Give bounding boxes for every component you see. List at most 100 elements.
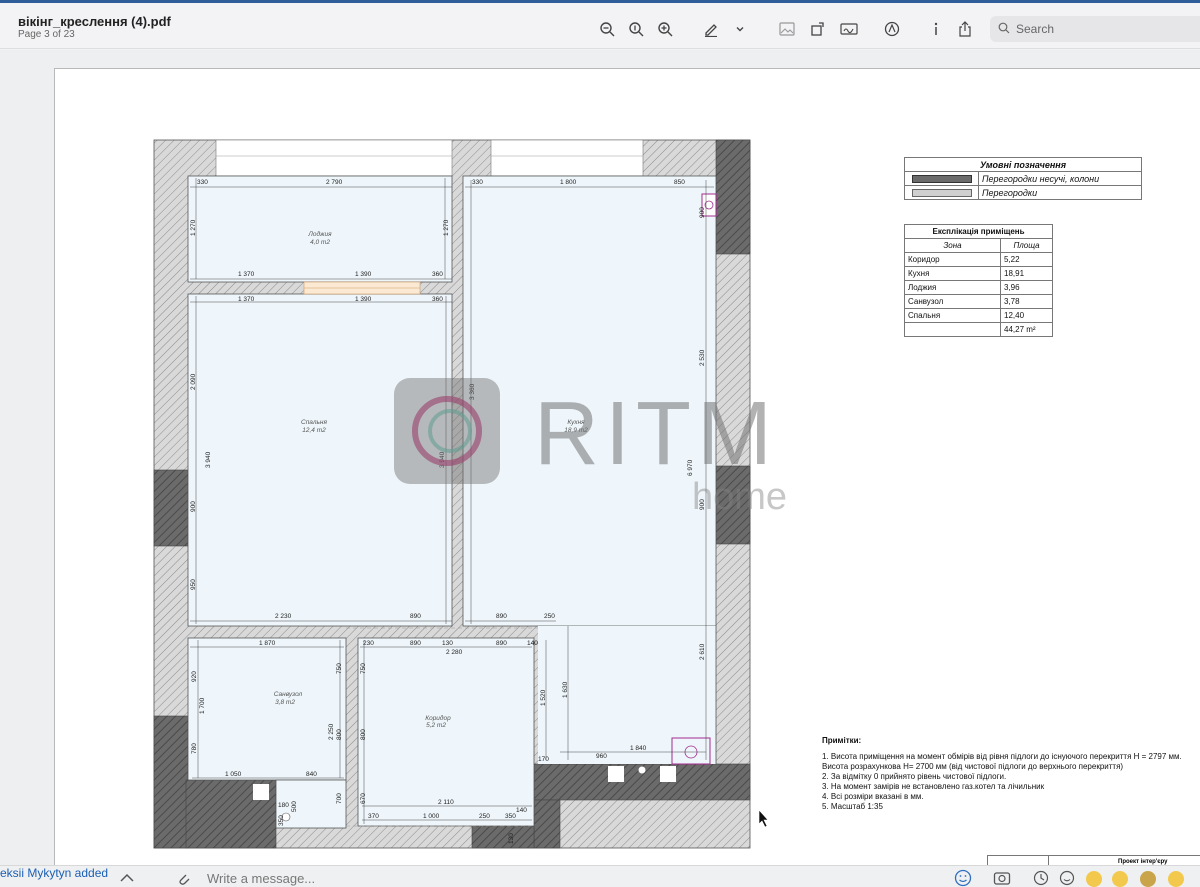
dim-label: 230 <box>363 640 374 647</box>
dim-label: 840 <box>306 771 317 778</box>
emoji-reaction-icon[interactable] <box>1168 871 1184 887</box>
note-line: 4. Всі розміри вказані в мм. <box>822 792 924 801</box>
legend-title: Умовні позначення <box>904 157 1142 172</box>
dim-label: 890 <box>410 613 421 620</box>
dim-label: 2 250 <box>328 723 335 740</box>
emoji-reaction-icon[interactable] <box>1086 871 1102 887</box>
dim-label: 1 270 <box>190 219 197 236</box>
dim-label: 360 <box>432 296 443 303</box>
dim-label: 850 <box>674 179 685 186</box>
dim-label: 370 <box>368 813 379 820</box>
camera-icon[interactable] <box>993 869 1011 887</box>
dim-label: 1 630 <box>562 681 569 698</box>
note-line: 2. За відмітку 0 прийнято рівень чистово… <box>822 772 1007 781</box>
dim-label: 140 <box>516 807 527 814</box>
legend-swatch-light <box>911 188 972 197</box>
total-area: 44,27 m² <box>1000 322 1053 337</box>
dim-label: 960 <box>596 753 607 760</box>
dim-label: 1 840 <box>630 745 647 752</box>
watermark-sub: home <box>692 476 788 518</box>
chat-notification[interactable]: eksii Mykytyn added <box>0 866 108 880</box>
dim-label: 330 <box>197 179 208 186</box>
notes-block: Примітки: 1. Висота приміщення на момент… <box>822 736 1182 812</box>
dim-label: 890 <box>410 640 421 647</box>
room-name: Санвузол <box>274 691 303 698</box>
dim-label: 1 870 <box>259 640 276 647</box>
explication-title: Експлікація приміщень <box>904 224 1053 239</box>
dim-label: 1 700 <box>199 697 206 714</box>
chevron-up-icon[interactable] <box>118 869 136 887</box>
clock-icon[interactable] <box>1032 869 1050 887</box>
dim-label: 2 280 <box>446 649 463 656</box>
dim-label: 350 <box>505 813 516 820</box>
dim-label: 800 <box>336 729 343 740</box>
ritm-logo-icon <box>394 378 500 484</box>
dim-label: 2 110 <box>438 799 454 806</box>
emoji-reaction-icon[interactable] <box>1140 871 1156 887</box>
dim-label: 330 <box>472 179 483 186</box>
legend-swatch-dark <box>911 174 972 183</box>
table-row: Кухня 18,91 <box>904 266 1053 281</box>
dim-label: 1 050 <box>225 771 242 778</box>
dim-label: 180 <box>278 802 289 809</box>
room-area: 5,2 m2 <box>426 722 446 729</box>
smiley-icon[interactable] <box>1058 869 1076 887</box>
dim-label: 1 390 <box>355 296 372 303</box>
attach-icon[interactable] <box>174 869 192 887</box>
room-area: 12,4 m2 <box>302 427 326 434</box>
room-loggia <box>187 175 453 283</box>
mouse-cursor-icon <box>758 809 769 828</box>
dim-label: 2 790 <box>326 179 343 186</box>
dim-label: 350 <box>278 815 285 826</box>
note-line: Висота розрахункова H= 2700 мм (від чист… <box>822 762 1124 771</box>
dim-label: 1 520 <box>540 689 547 706</box>
dim-label: 130 <box>508 833 515 844</box>
dim-label: 2 530 <box>699 349 706 366</box>
dim-label: 1 370 <box>238 271 255 278</box>
chat-bar: eksii Mykytyn added Write a message... <box>0 865 1200 887</box>
table-row: Коридор 5,22 <box>904 252 1053 267</box>
message-input[interactable]: Write a message... <box>207 871 315 886</box>
dim-label: 1 370 <box>238 296 255 303</box>
legend-item: Перегородки несучі, колони <box>978 171 1142 186</box>
legend-item: Перегородки <box>978 185 1142 200</box>
dim-label: 2 230 <box>275 613 292 620</box>
legend-table: Умовні позначення Перегородки несучі, ко… <box>904 157 1142 200</box>
dim-label: 920 <box>191 671 198 682</box>
dim-label: 2 090 <box>190 373 197 390</box>
dim-label: 780 <box>191 743 198 754</box>
dim-label: 900 <box>699 207 706 218</box>
dim-label: 900 <box>190 501 197 512</box>
dim-label: 1 800 <box>560 179 577 186</box>
table-row: Спальня 12,40 <box>904 308 1053 323</box>
dim-label: 670 <box>360 793 367 804</box>
dim-label: 3 940 <box>205 451 212 468</box>
room-area: 4,0 m2 <box>310 239 330 246</box>
dim-label: 250 <box>479 813 490 820</box>
dim-label: 140 <box>527 640 538 647</box>
column-header: Зона <box>904 238 1001 253</box>
dim-label: 890 <box>496 640 507 647</box>
emoji-icon[interactable] <box>954 869 972 887</box>
dim-label: 360 <box>432 271 443 278</box>
dim-label: 170 <box>538 756 549 763</box>
watermark-brand: RITM <box>534 384 778 484</box>
room-name: Лоджия <box>307 230 332 238</box>
explication-table: Експлікація приміщень Зона Площа Коридор… <box>904 224 1053 337</box>
dim-label: 1 000 <box>423 813 440 820</box>
dim-label: 700 <box>336 793 343 804</box>
room-name: Спальня <box>301 419 327 426</box>
room-corridor <box>357 637 535 827</box>
room-bathroom <box>187 637 347 781</box>
room-area: 3,8 m2 <box>275 699 295 706</box>
note-line: 1. Висота приміщення на момент обмірів в… <box>822 752 1182 761</box>
table-row: Лоджия 3,96 <box>904 280 1053 295</box>
dim-label: 750 <box>360 663 367 674</box>
dim-label: 130 <box>442 640 453 647</box>
emoji-reaction-icon[interactable] <box>1112 871 1128 887</box>
dim-label: 890 <box>496 613 507 620</box>
dim-label: 500 <box>291 801 298 812</box>
dim-label: 1 270 <box>443 219 450 236</box>
table-total-row: 44,27 m² <box>904 322 1053 337</box>
dim-label: 2 610 <box>699 643 706 660</box>
